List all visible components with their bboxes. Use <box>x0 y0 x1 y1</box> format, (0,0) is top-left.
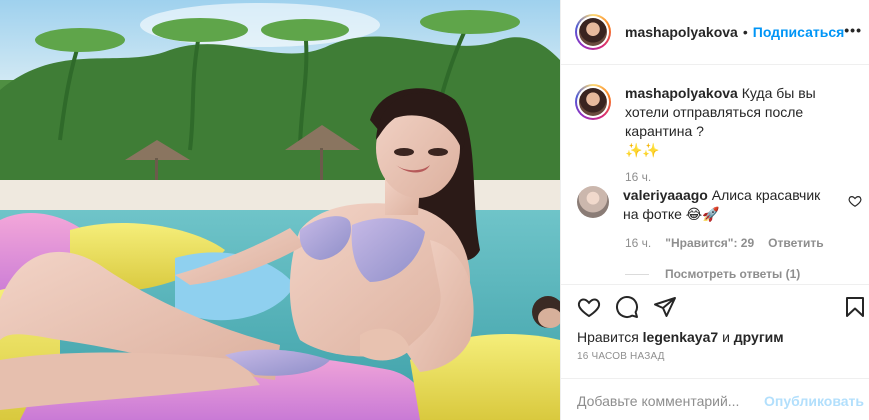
post-photo[interactable] <box>0 0 560 420</box>
post-sidebar: mashapolyakova • Подписаться ••• mashapo… <box>560 0 869 420</box>
avatar-image <box>579 18 607 46</box>
likes-conj: и <box>722 329 730 345</box>
beach-photo-illustration <box>0 0 560 420</box>
view-replies-label: Посмотреть ответы (1) <box>665 267 801 281</box>
post-header: mashapolyakova • Подписаться ••• <box>561 0 869 65</box>
add-comment-bar: Добавьте комментарий... Опубликовать <box>561 378 869 420</box>
comment-item: valeriyaaago Алиса красавчик на фотке 😂🚀 <box>577 186 862 224</box>
share-icon[interactable] <box>653 295 677 319</box>
comment-emoji: 😂🚀 <box>685 206 720 222</box>
save-icon[interactable] <box>843 295 867 319</box>
follow-button[interactable]: Подписаться <box>753 24 845 40</box>
caption-timestamp[interactable]: 16 ч. <box>625 168 860 187</box>
view-replies-button[interactable]: Посмотреть ответы (1) <box>625 267 800 281</box>
commenter-avatar[interactable] <box>577 186 609 218</box>
caption-emoji: ✨✨ <box>625 142 660 158</box>
comment-text-block: valeriyaaago Алиса красавчик на фотке 😂🚀 <box>623 186 833 224</box>
instagram-post: mashapolyakova • Подписаться ••• mashapo… <box>0 0 869 420</box>
likes-prefix: Нравится <box>577 329 639 345</box>
commenter-username[interactable]: valeriyaaago <box>623 187 708 203</box>
avatar-image <box>579 88 607 116</box>
reply-button[interactable]: Ответить <box>768 236 823 250</box>
author-avatar[interactable] <box>575 14 611 50</box>
comment-icon[interactable] <box>615 295 639 319</box>
replies-divider <box>625 273 649 275</box>
author-username[interactable]: mashapolyakova <box>625 24 738 40</box>
caption-username[interactable]: mashapolyakova <box>625 85 738 101</box>
likes-summary: Нравится legenkaya7 и другим <box>577 329 784 345</box>
comment-like-heart-icon[interactable] <box>848 194 862 208</box>
post-timestamp[interactable]: 16 ЧАСОВ НАЗАД <box>577 351 665 362</box>
likes-others[interactable]: другим <box>734 329 784 345</box>
comment-timestamp[interactable]: 16 ч. <box>625 236 651 250</box>
comment-likes[interactable]: "Нравится": 29 <box>665 236 754 250</box>
post-caption: mashapolyakova Куда бы вы хотели отправл… <box>575 84 860 187</box>
heart-icon[interactable] <box>577 295 601 319</box>
action-bar <box>561 284 869 328</box>
header-separator: • <box>742 24 748 40</box>
comment-input[interactable]: Добавьте комментарий... <box>577 393 739 409</box>
comment-meta: 16 ч. "Нравится": 29 Ответить <box>625 236 824 250</box>
caption-author-avatar[interactable] <box>575 84 611 120</box>
caption-text-block: mashapolyakova Куда бы вы хотели отправл… <box>625 84 860 187</box>
more-options-icon[interactable]: ••• <box>844 22 862 38</box>
publish-button[interactable]: Опубликовать <box>764 393 864 409</box>
likes-user[interactable]: legenkaya7 <box>643 329 719 345</box>
